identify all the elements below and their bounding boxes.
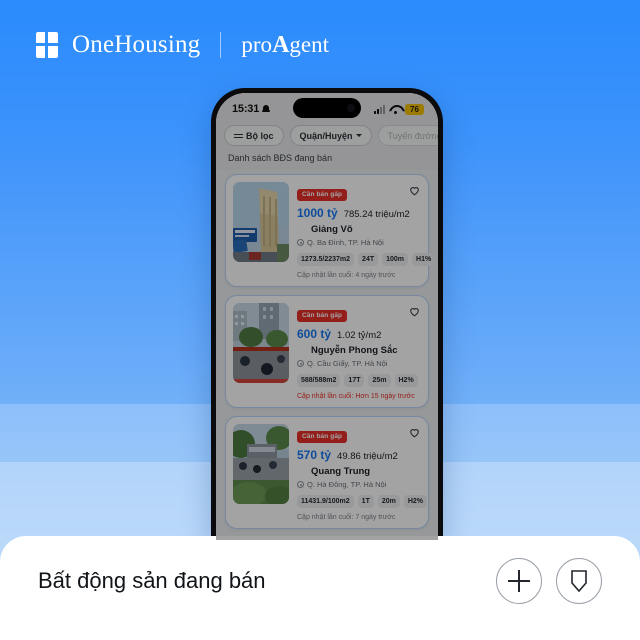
product-name-prefix: pro	[241, 31, 273, 57]
listing-updated: Cập nhật lần cuối: Hơn 15 ngày trước	[297, 393, 415, 400]
listing-street: Giảng Võ	[311, 224, 353, 235]
listing-body: Cần bán gấp 600 tỷ 1.02 tỷ/m2 Nguyễn Pho…	[297, 303, 421, 400]
listing-thumbnail	[233, 303, 289, 383]
brand-divider	[220, 32, 222, 58]
caption-panel: Bất động sản đang bán	[0, 536, 640, 640]
listing-tag: 1T	[357, 495, 374, 508]
location-pin-icon	[297, 481, 304, 488]
heart-outline-icon[interactable]	[408, 184, 421, 197]
listing-tag: H1%	[412, 253, 436, 266]
listing-thumbnail	[233, 182, 289, 262]
listing-address: Q. Cầu Giấy, TP. Hà Nội	[307, 359, 388, 368]
cellular-signal-icon	[374, 104, 385, 114]
caption-actions	[496, 558, 602, 604]
listing-card[interactable]: Cần bán gấp 570 tỷ 49.86 triệu/m2 Quang …	[225, 416, 429, 529]
listing-tag: 1273.5/2237m2	[297, 253, 355, 266]
listing-street: Nguyễn Phong Sắc	[311, 345, 398, 356]
phone-screen: 15:31 76 Bộ lọc Quận/Huyện Tuyến đường D…	[216, 93, 438, 540]
urgent-badge: Cần bán gấp	[297, 188, 348, 201]
status-time: 15:31	[232, 103, 260, 115]
listing-address-row: Q. Ba Đình, TP. Hà Nội	[297, 238, 421, 247]
listing-price: 600 tỷ	[297, 327, 332, 341]
product-name-suffix: gent	[289, 31, 330, 57]
listing-card[interactable]: Cần bán gấp 600 tỷ 1.02 tỷ/m2 Nguyễn Pho…	[225, 295, 429, 408]
listing-tag: H2%	[394, 374, 418, 387]
listing-tags: 11431.9/100m2 1T 20m H2%	[297, 495, 428, 508]
listing-tags: 1273.5/2237m2 24T 100m H1%	[297, 253, 436, 266]
listing-body: Cần bán gấp 570 tỷ 49.86 triệu/m2 Quang …	[297, 424, 428, 521]
listing-address: Q. Ba Đình, TP. Hà Nội	[307, 238, 384, 247]
bell-icon	[262, 104, 271, 114]
dynamic-island	[293, 98, 361, 118]
district-dropdown[interactable]: Quận/Huyện	[289, 125, 372, 146]
filter-button-label: Bộ lọc	[246, 130, 274, 141]
listing-price: 1000 tỷ	[297, 206, 338, 220]
listing-card[interactable]: Cần bán gấp 1000 tỷ 785.24 triệu/m2 Giản…	[225, 174, 436, 287]
list-header: Danh sách BĐS đang bán	[216, 153, 438, 170]
listing-address-row: Q. Hà Đông, TP. Hà Nội	[297, 480, 421, 489]
location-pin-icon	[297, 360, 304, 367]
price-line: 600 tỷ 1.02 tỷ/m2	[297, 327, 421, 341]
product-name-accent: A	[272, 31, 290, 58]
listing-updated: Cập nhật lần cuối: 4 ngày trước	[297, 272, 396, 279]
listing-updated: Cập nhật lần cuối: 7 ngày trước	[297, 514, 396, 521]
shield-glyph	[569, 569, 589, 593]
onehousing-logo-mark-icon	[36, 32, 58, 58]
heart-outline-icon[interactable]	[408, 426, 421, 439]
listing-tag: H2%	[403, 495, 428, 508]
product-name: proAgent	[241, 32, 329, 59]
listing-thumbnail	[233, 424, 289, 504]
location-pin-icon	[297, 239, 304, 246]
status-bar-left: 15:31	[232, 103, 271, 115]
filter-button[interactable]: Bộ lọc	[224, 125, 284, 146]
filter-bar: Bộ lọc Quận/Huyện Tuyến đường	[216, 123, 438, 153]
status-bar: 15:31 76	[216, 93, 438, 123]
brand-name: OneHousing	[72, 31, 201, 58]
street-dropdown[interactable]: Tuyến đường	[377, 125, 438, 146]
listing-tags: 588/588m2 17T 25m H2%	[297, 374, 421, 387]
listing-street: Quang Trung	[311, 466, 371, 477]
listing-tag: 20m	[377, 495, 400, 508]
listing-tag: 24T	[358, 253, 379, 266]
listing-address: Q. Hà Đông, TP. Hà Nội	[307, 480, 387, 489]
phone-mockup: 15:31 76 Bộ lọc Quận/Huyện Tuyến đường D…	[211, 88, 443, 540]
wifi-icon	[389, 105, 401, 114]
listing-tag: 11431.9/100m2	[297, 495, 354, 508]
price-line: 570 tỷ 49.86 triệu/m2	[297, 448, 421, 462]
chevron-down-icon	[355, 134, 362, 137]
heart-outline-icon[interactable]	[408, 305, 421, 318]
listing-body: Cần bán gấp 1000 tỷ 785.24 triệu/m2 Giản…	[297, 182, 436, 279]
shield-circle-icon[interactable]	[556, 558, 602, 604]
status-bar-right: 76	[374, 103, 424, 115]
urgent-badge: Cần bán gấp	[297, 430, 348, 443]
listing-tag: 25m	[368, 374, 391, 387]
listing-tag: 100m	[382, 253, 409, 266]
caption-title: Bất động sản đang bán	[38, 568, 266, 593]
listing-unit-price: 49.86 triệu/m2	[337, 451, 398, 462]
urgent-badge: Cần bán gấp	[297, 309, 348, 322]
battery-indicator: 76	[405, 103, 424, 115]
listing-list[interactable]: Cần bán gấp 1000 tỷ 785.24 triệu/m2 Giản…	[216, 170, 438, 540]
listing-address-row: Q. Cầu Giấy, TP. Hà Nội	[297, 359, 421, 368]
listing-unit-price: 1.02 tỷ/m2	[337, 330, 382, 341]
price-line: 1000 tỷ 785.24 triệu/m2	[297, 206, 421, 220]
listing-tag: 588/588m2	[297, 374, 341, 387]
plus-circle-icon[interactable]	[496, 558, 542, 604]
listing-tag: 17T	[344, 374, 365, 387]
listing-unit-price: 785.24 triệu/m2	[343, 209, 410, 220]
filter-icon	[234, 132, 243, 140]
plus-glyph	[508, 570, 530, 592]
street-dropdown-label: Tuyến đường	[387, 130, 438, 141]
district-dropdown-label: Quận/Huyện	[299, 130, 353, 141]
brand-lockup: OneHousing proAgent	[36, 28, 329, 62]
poster-canvas: OneHousing proAgent 15:31 76 Bộ lọc Quận…	[0, 0, 640, 640]
listing-price: 570 tỷ	[297, 448, 332, 462]
